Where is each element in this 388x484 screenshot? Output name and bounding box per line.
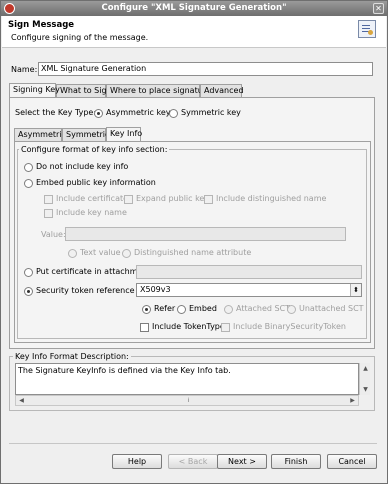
refer-radio[interactable] — [142, 305, 151, 314]
include-key-name-checkbox[interactable] — [44, 209, 53, 218]
text-value-radio[interactable] — [68, 249, 77, 258]
include-certificate-label: Include certificate — [56, 194, 129, 203]
embed-label: Embed — [189, 304, 217, 313]
include-certificate-checkbox[interactable] — [44, 195, 53, 204]
refer-label: Refer — [154, 304, 176, 313]
asymmetric-key-label: Asymmetric key — [106, 108, 171, 117]
include-key-name-label: Include key name — [56, 208, 127, 217]
embed-radio[interactable] — [177, 305, 186, 314]
do-not-include-label: Do not include key info — [36, 162, 129, 171]
finish-button-label: Finish — [284, 457, 308, 466]
app-icon — [4, 3, 15, 14]
key-name-value-input[interactable] — [65, 227, 346, 241]
token-type-select[interactable]: X509v3 ⬍ — [136, 283, 362, 297]
key-info-group-label: Configure format of key info section: — [19, 145, 170, 154]
include-token-type-label: Include TokenType — [152, 322, 225, 331]
cancel-button[interactable]: Cancel — [327, 454, 377, 469]
symmetric-key-label: Symmetric key — [181, 108, 241, 117]
wizard-banner-icon — [358, 20, 376, 38]
include-dn-label: Include distinguished name — [216, 194, 327, 203]
scroll-thumb-grip-icon[interactable]: ⁞ — [184, 396, 193, 405]
window-title: Configure "XML Signature Generation" — [101, 3, 287, 13]
back-button[interactable]: < Back — [168, 454, 218, 469]
tab-asymmetric[interactable]: Asymmetric — [14, 128, 66, 141]
attachment-input[interactable] — [136, 265, 362, 279]
do-not-include-radio[interactable] — [24, 163, 33, 172]
security-token-label: Security token reference — [36, 286, 135, 295]
tab-where-to-place[interactable]: Where to place signature — [106, 84, 211, 97]
scroll-down-icon[interactable]: ▼ — [361, 385, 370, 394]
include-token-type-checkbox[interactable] — [140, 323, 149, 332]
put-certificate-radio[interactable] — [24, 268, 33, 277]
help-button[interactable]: Help — [112, 454, 162, 469]
back-button-label: < Back — [178, 457, 208, 466]
scroll-left-icon[interactable]: ◀ — [17, 396, 26, 405]
asymmetric-key-radio[interactable] — [94, 109, 103, 118]
embed-public-key-radio[interactable] — [24, 179, 33, 188]
value-label: Value: — [41, 230, 66, 239]
text-value-label: Text value — [80, 248, 121, 257]
unattached-sct-radio[interactable] — [287, 305, 296, 314]
embed-public-key-label: Embed public key information — [36, 178, 156, 187]
name-label: Name: — [11, 65, 38, 74]
scroll-right-icon[interactable]: ▶ — [348, 396, 357, 405]
finish-button[interactable]: Finish — [271, 454, 321, 469]
next-button[interactable]: Next > — [217, 454, 267, 469]
tab-advanced[interactable]: Advanced — [200, 84, 244, 97]
wizard-header: Sign Message Configure signing of the me… — [2, 16, 386, 48]
next-button-label: Next > — [228, 457, 256, 466]
dialog-window: Configure "XML Signature Generation" ✕ S… — [0, 0, 388, 484]
title-bar: Configure "XML Signature Generation" ✕ — [1, 1, 387, 16]
dn-attribute-radio[interactable] — [122, 249, 131, 258]
attached-sct-radio[interactable] — [224, 305, 233, 314]
chevron-down-icon: ⬍ — [350, 284, 361, 296]
expand-public-key-label: Expand public key — [136, 194, 210, 203]
put-certificate-label: Put certificate in attachmen — [36, 267, 148, 276]
cancel-button-label: Cancel — [338, 457, 366, 466]
tab-symmetric[interactable]: Symmetric — [62, 128, 109, 141]
tab-key-info[interactable]: Key Info — [106, 127, 142, 141]
page-description: Configure signing of the message. — [11, 33, 149, 42]
key-type-label: Select the Key Type: — [15, 108, 97, 117]
dn-attribute-label: Distinguished name attribute — [134, 248, 252, 257]
description-group-label: Key Info Format Description: — [13, 352, 131, 361]
tab-what-to-sign[interactable]: What to Sign — [56, 84, 112, 97]
help-button-label: Help — [127, 457, 147, 466]
include-bst-checkbox[interactable] — [221, 323, 230, 332]
include-dn-checkbox[interactable] — [204, 195, 213, 204]
description-text: The Signature KeyInfo is defined via the… — [15, 363, 359, 395]
tab-signing-key[interactable]: Signing Key — [9, 83, 60, 97]
close-icon[interactable]: ✕ — [373, 3, 384, 14]
scroll-up-icon[interactable]: ▲ — [361, 364, 370, 373]
security-token-radio[interactable] — [24, 287, 33, 296]
token-type-value: X509v3 — [140, 285, 171, 294]
description-vertical-scrollbar[interactable]: ▲ ▼ — [359, 363, 370, 395]
name-input[interactable]: XML Signature Generation — [38, 62, 373, 76]
button-separator — [9, 443, 377, 444]
attached-sct-label: Attached SCT — [236, 304, 291, 313]
page-title: Sign Message — [8, 20, 75, 30]
expand-public-key-checkbox[interactable] — [124, 195, 133, 204]
description-horizontal-scrollbar[interactable]: ◀ ⁞ ▶ — [15, 395, 359, 406]
symmetric-key-radio[interactable] — [169, 109, 178, 118]
unattached-sct-label: Unattached SCT — [299, 304, 364, 313]
include-bst-label: Include BinarySecurityToken — [233, 322, 346, 331]
